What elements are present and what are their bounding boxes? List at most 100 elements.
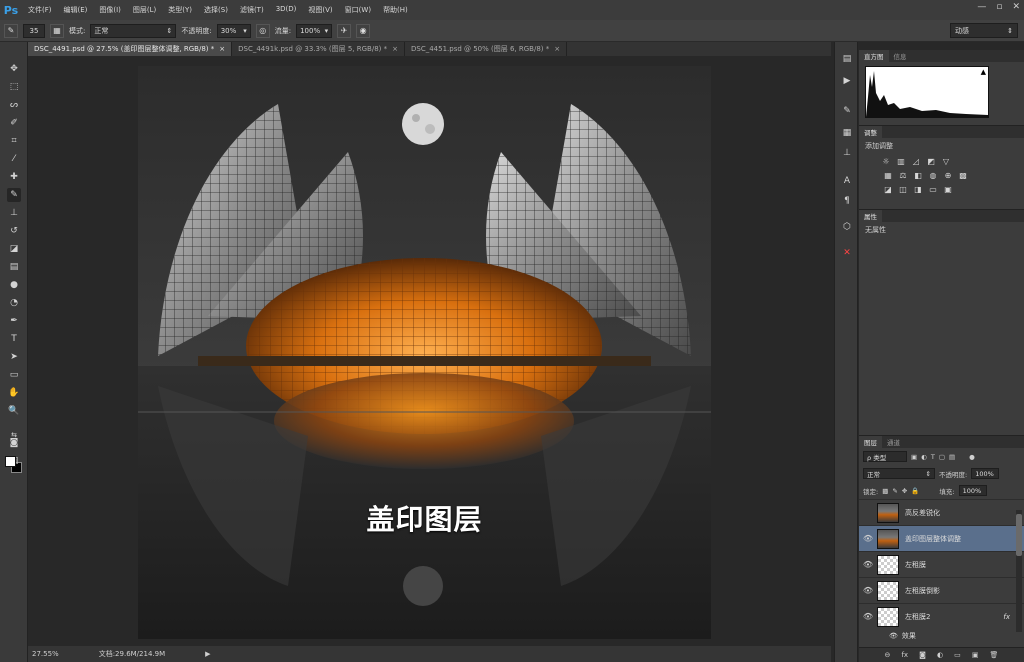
menu-item[interactable]: 文件(F) — [22, 5, 58, 15]
layer-row[interactable]: 👁 左租膜 — [859, 551, 1024, 577]
filter-toggle-icon[interactable]: ● — [969, 453, 975, 461]
layer-footer-icon[interactable]: fx — [901, 651, 908, 659]
eraser-tool-icon[interactable]: ◪ — [7, 242, 21, 256]
menu-item[interactable]: 窗口(W) — [339, 5, 377, 15]
layer-name[interactable]: 左租膜 — [905, 560, 926, 570]
dodge-tool-icon[interactable]: ◔ — [7, 296, 21, 310]
clone-stamp-tool-icon[interactable]: ⊥ — [7, 206, 21, 220]
filter-type-icon[interactable]: T — [931, 453, 935, 461]
invert-icon[interactable]: ◪ — [883, 184, 893, 194]
close-icon[interactable]: × — [392, 45, 398, 53]
foreground-color-swatch[interactable] — [5, 456, 16, 467]
close-button[interactable]: ✕ — [1012, 2, 1020, 12]
quick-select-tool-icon[interactable]: ✐ — [7, 116, 21, 130]
selective-color-icon[interactable]: ▣ — [943, 184, 953, 194]
hand-tool-icon[interactable]: ✋ — [7, 386, 21, 400]
opacity-input[interactable]: 30% ▾ — [216, 23, 251, 38]
character-panel-icon[interactable]: A — [840, 174, 854, 188]
layer-filter-select[interactable]: ρ 类型 — [863, 451, 907, 462]
menu-item[interactable]: 选择(S) — [198, 5, 234, 15]
lock-transparency-icon[interactable]: ▩ — [882, 487, 888, 495]
menu-item[interactable]: 帮助(H) — [377, 5, 414, 15]
eye-icon[interactable]: 👁 — [859, 534, 877, 543]
healing-brush-tool-icon[interactable]: ✚ — [7, 170, 21, 184]
panel-tab[interactable]: 信息 — [889, 50, 912, 62]
photo-filter-icon[interactable]: ◍ — [928, 170, 938, 180]
eye-icon[interactable]: 👁 — [859, 586, 877, 595]
type-tool-icon[interactable]: T — [7, 332, 21, 346]
levels-icon[interactable]: ▥ — [896, 156, 906, 166]
history-panel-icon[interactable]: ▤ — [840, 52, 854, 66]
layer-footer-icon[interactable]: ◙ — [919, 651, 926, 659]
layer-row[interactable]: 👁 左租膜2 fx — [859, 603, 1024, 629]
close-icon[interactable]: × — [219, 45, 225, 53]
eye-icon[interactable]: 👁 — [859, 612, 877, 621]
brightness-icon[interactable]: ☼ — [881, 156, 891, 166]
document-tab[interactable]: DSC_4491k.psd @ 33.3% (图层 5, RGB/8) * × — [232, 42, 405, 56]
lock-pixels-icon[interactable]: ✎ — [892, 487, 897, 495]
crop-tool-icon[interactable]: ⌗ — [7, 134, 21, 148]
curves-icon[interactable]: ◿ — [911, 156, 921, 166]
exposure-icon[interactable]: ◩ — [926, 156, 936, 166]
paragraph-panel-icon[interactable]: ¶ — [840, 194, 854, 208]
path-select-tool-icon[interactable]: ➤ — [7, 350, 21, 364]
layer-scrollbar-thumb[interactable] — [1016, 514, 1022, 556]
pressure-opacity-icon[interactable]: ◎ — [255, 23, 270, 38]
layer-footer-icon[interactable]: 🗑 — [990, 651, 999, 659]
panel-tab[interactable]: 图层 — [859, 436, 882, 448]
history-brush-tool-icon[interactable]: ↺ — [7, 224, 21, 238]
layer-name[interactable]: 高反差锐化 — [905, 508, 940, 518]
quick-mask-icon[interactable]: ◙ — [7, 436, 21, 450]
filter-smart-icon[interactable]: ▤ — [949, 453, 955, 461]
hue-saturation-icon[interactable]: ▦ — [883, 170, 893, 180]
lock-all-icon[interactable]: 🔒 — [911, 487, 919, 495]
pressure-size-icon[interactable]: ◉ — [356, 23, 371, 38]
status-menu-arrow[interactable]: ▶ — [205, 650, 210, 658]
lock-position-icon[interactable]: ✥ — [902, 487, 907, 495]
layer-thumbnail[interactable] — [877, 528, 899, 549]
blur-tool-icon[interactable]: ● — [7, 278, 21, 292]
brush-size-picker[interactable]: 35 — [23, 23, 45, 38]
layer-footer-icon[interactable]: ⊖ — [885, 651, 891, 659]
shape-tool-icon[interactable]: ▭ — [7, 368, 21, 382]
posterize-icon[interactable]: ◫ — [898, 184, 908, 194]
histogram-warning-icon[interactable]: ▲ — [981, 68, 986, 76]
filter-pixel-icon[interactable]: ▣ — [911, 453, 917, 461]
layer-thumbnail[interactable] — [877, 580, 899, 601]
pen-tool-icon[interactable]: ✒ — [7, 314, 21, 328]
brush-tool-icon[interactable]: ✎ — [7, 188, 21, 202]
layer-row[interactable]: 高反差锐化 — [859, 499, 1024, 525]
layer-effects-row[interactable]: 👁 效果 — [859, 629, 1024, 643]
eye-icon[interactable]: 👁 — [889, 632, 898, 640]
filter-shape-icon[interactable]: ▢ — [939, 453, 945, 461]
minimize-button[interactable]: — — [977, 2, 986, 12]
workspace-select[interactable]: 动感 ⇕ — [950, 23, 1018, 38]
eyedropper-tool-icon[interactable]: ⁄ — [7, 152, 21, 166]
layer-footer-icon[interactable]: ◐ — [937, 651, 943, 659]
filter-adjust-icon[interactable]: ◐ — [921, 453, 927, 461]
layer-thumbnail[interactable] — [877, 502, 899, 523]
layer-thumbnail[interactable] — [877, 554, 899, 575]
airbrush-icon[interactable]: ✈ — [337, 23, 352, 38]
layer-name[interactable]: 盖印图层整体调整 — [905, 534, 961, 544]
layer-name[interactable]: 左租膜2 — [905, 612, 930, 622]
document-tab[interactable]: DSC_4491.psd @ 27.5% (盖印图层整体调整, RGB/8) *… — [28, 42, 233, 56]
menu-item[interactable]: 滤镜(T) — [234, 5, 270, 15]
layer-thumbnail[interactable] — [877, 606, 899, 627]
menu-item[interactable]: 编辑(E) — [58, 5, 94, 15]
panel-tab[interactable]: 直方图 — [859, 50, 889, 62]
lasso-tool-icon[interactable]: ᔕ — [7, 98, 21, 112]
layer-name[interactable]: 左租膜倒影 — [905, 586, 940, 596]
gradient-tool-icon[interactable]: ▤ — [7, 260, 21, 274]
menu-item[interactable]: 图层(L) — [127, 5, 162, 15]
brush-panel-icon[interactable]: ▦ — [840, 126, 854, 140]
layer-row[interactable]: 👁 左租膜倒影 — [859, 577, 1024, 603]
document-tab[interactable]: DSC_4451.psd @ 50% (图层 6, RGB/8) * × — [405, 42, 568, 56]
layer-footer-icon[interactable]: ▭ — [954, 651, 961, 659]
layer-footer-icon[interactable]: ▣ — [972, 651, 979, 659]
panel-tab[interactable]: 调整 — [859, 126, 882, 138]
layer-fx-badge[interactable]: fx — [1003, 613, 1010, 621]
blend-mode-select[interactable]: 正常 ⇕ — [863, 468, 935, 479]
panel-tab[interactable]: 通道 — [882, 436, 905, 448]
mode-select[interactable]: 正常 ⇕ — [90, 23, 177, 38]
